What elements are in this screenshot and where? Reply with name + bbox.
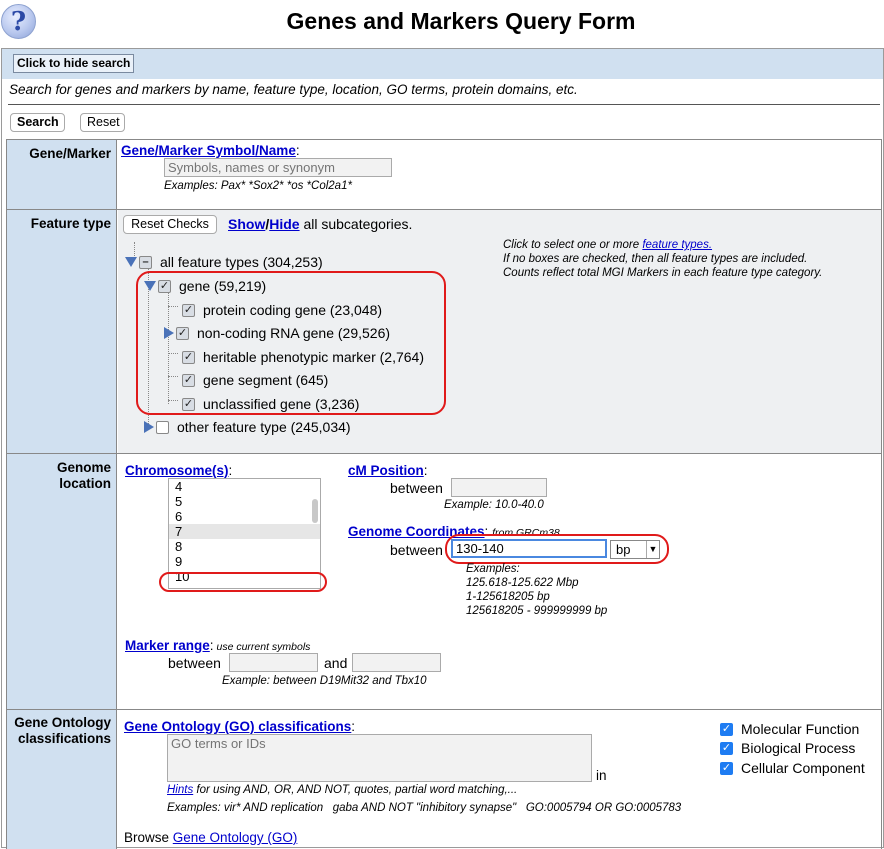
feature-type-section: Feature type Reset Checks Show/Hide all … — [6, 209, 882, 453]
intro-text: Search for genes and markers by name, fe… — [9, 82, 578, 97]
chromosome-link[interactable]: Chromosome(s) — [125, 463, 229, 478]
marker-example: Example: between D19Mit32 and Tbx10 — [222, 675, 427, 687]
hints-link[interactable]: Hints — [167, 784, 193, 796]
feature-type-label: Feature type — [7, 210, 117, 453]
page-title: Genes and Markers Query Form — [286, 8, 636, 34]
go-section: Gene Ontology classifications Gene Ontol… — [6, 709, 882, 849]
reset-checks-button[interactable]: Reset Checks — [123, 215, 217, 234]
tree-row-other: other feature type (245,034) — [144, 419, 351, 435]
all-feature-types-checkbox[interactable]: – — [139, 255, 152, 269]
feature-types-link[interactable]: feature types. — [642, 239, 712, 251]
gene-examples: Examples: Pax* *Sox2* *os *Col2a1* — [164, 180, 352, 192]
marker-range-start-input[interactable] — [229, 653, 318, 672]
go-terms-textarea[interactable] — [167, 734, 592, 782]
gene-marker-symbol-link[interactable]: Gene/Marker Symbol/Name — [121, 143, 296, 158]
browse-go-link[interactable]: Gene Ontology (GO) — [173, 830, 298, 845]
hide-search-bar: Click to hide search — [2, 49, 883, 79]
genome-location-label: Genome location — [7, 454, 117, 709]
cm-position-input[interactable] — [451, 478, 547, 497]
show-subcategories-link[interactable]: Show — [228, 216, 265, 232]
search-button[interactable]: Search — [10, 113, 65, 132]
chromosome-option[interactable]: 4 — [169, 479, 320, 494]
other-feature-checkbox[interactable] — [156, 420, 169, 434]
molecular-function-checkbox[interactable]: ✓ — [720, 722, 733, 736]
hide-subcategories-link[interactable]: Hide — [269, 216, 299, 232]
query-form: Click to hide search Search for genes an… — [1, 48, 884, 849]
highlight-ring — [445, 534, 669, 564]
go-examples: Examples: vir* AND replication gaba AND … — [167, 802, 682, 814]
expand-icon[interactable] — [144, 421, 154, 433]
molecular-function-row: ✓ Molecular Function — [720, 721, 860, 737]
genome-location-section: Genome location Chromosome(s): 4 5 6 7 8… — [6, 453, 882, 709]
marker-range-end-input[interactable] — [352, 653, 441, 672]
cm-position-link[interactable]: cM Position — [348, 463, 424, 478]
scrollbar[interactable] — [312, 499, 318, 523]
highlight-ring — [136, 271, 446, 415]
reset-button[interactable]: Reset — [80, 113, 125, 132]
go-classifications-link[interactable]: Gene Ontology (GO) classifications — [124, 719, 351, 734]
chromosome-option[interactable]: 9 — [169, 554, 320, 569]
chromosome-option[interactable]: 6 — [169, 509, 320, 524]
gene-marker-label: Gene/Marker — [7, 140, 117, 209]
chromosome-option-selected[interactable]: 7 — [169, 524, 320, 539]
gene-marker-section: Gene/Marker Gene/Marker Symbol/Name: Exa… — [6, 139, 882, 209]
divider — [8, 104, 880, 105]
go-label: Gene Ontology classifications — [7, 710, 117, 849]
cellular-component-checkbox[interactable]: ✓ — [720, 761, 733, 775]
gene-symbol-input[interactable] — [164, 158, 392, 177]
tree-row-all: – all feature types (304,253) — [125, 254, 323, 270]
cm-example: Example: 10.0-40.0 — [444, 499, 544, 511]
marker-range-link[interactable]: Marker range — [125, 638, 210, 653]
biological-process-row: ✓ Biological Process — [720, 740, 856, 756]
chromosome-option[interactable]: 8 — [169, 539, 320, 554]
hide-search-button[interactable]: Click to hide search — [13, 54, 135, 73]
highlight-ring — [159, 572, 327, 592]
biological-process-checkbox[interactable]: ✓ — [720, 741, 733, 755]
chromosome-option[interactable]: 5 — [169, 494, 320, 509]
cellular-component-row: ✓ Cellular Component — [720, 760, 865, 776]
collapse-icon[interactable] — [125, 257, 137, 267]
